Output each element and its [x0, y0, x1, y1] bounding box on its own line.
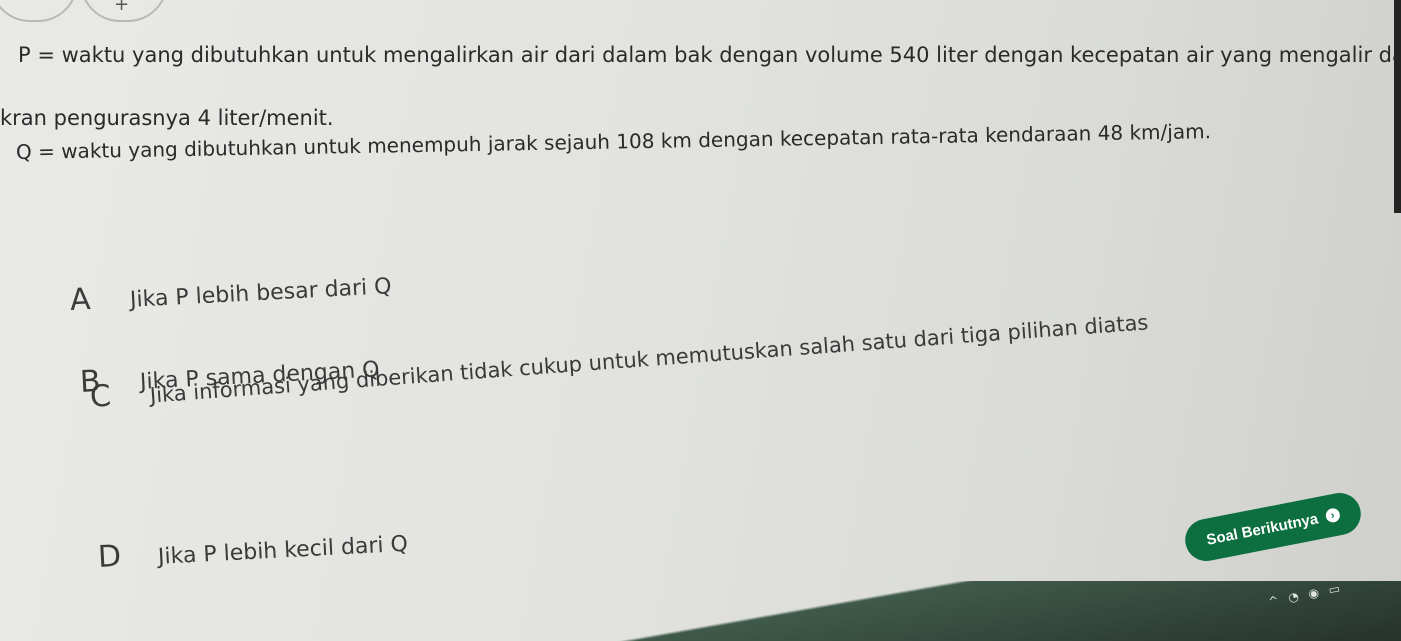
- top-decor-left: [0, 0, 78, 22]
- next-question-button[interactable]: Soal Berikutnya ›: [1181, 489, 1365, 565]
- question-p-line1: P = waktu yang dibutuhkan untuk mengalir…: [18, 43, 1401, 67]
- chevron-right-icon: ›: [1324, 507, 1341, 524]
- option-letter: C: [88, 378, 113, 415]
- option-a[interactable]: A Jika P lebih besar dari Q: [69, 266, 392, 318]
- question-p-line2: kran pengurasnya 4 liter/menit.: [0, 106, 334, 130]
- screen-edge-bar: [1394, 0, 1401, 213]
- option-letter: A: [69, 281, 92, 318]
- option-text: Jika P lebih kecil dari Q: [157, 531, 409, 570]
- taskbar: [0, 581, 1401, 641]
- battery-icon[interactable]: ▭: [1327, 581, 1341, 597]
- volume-icon[interactable]: ◉: [1307, 585, 1320, 601]
- next-question-label: Soal Berikutnya: [1204, 509, 1320, 549]
- option-text: Jika P lebih besar dari Q: [129, 274, 393, 313]
- chevron-up-icon[interactable]: ^: [1267, 593, 1280, 609]
- plus-icon: +: [114, 0, 130, 15]
- option-d[interactable]: D Jika P lebih kecil dari Q: [97, 524, 408, 575]
- option-letter: D: [97, 538, 122, 575]
- network-icon[interactable]: ◔: [1287, 589, 1300, 605]
